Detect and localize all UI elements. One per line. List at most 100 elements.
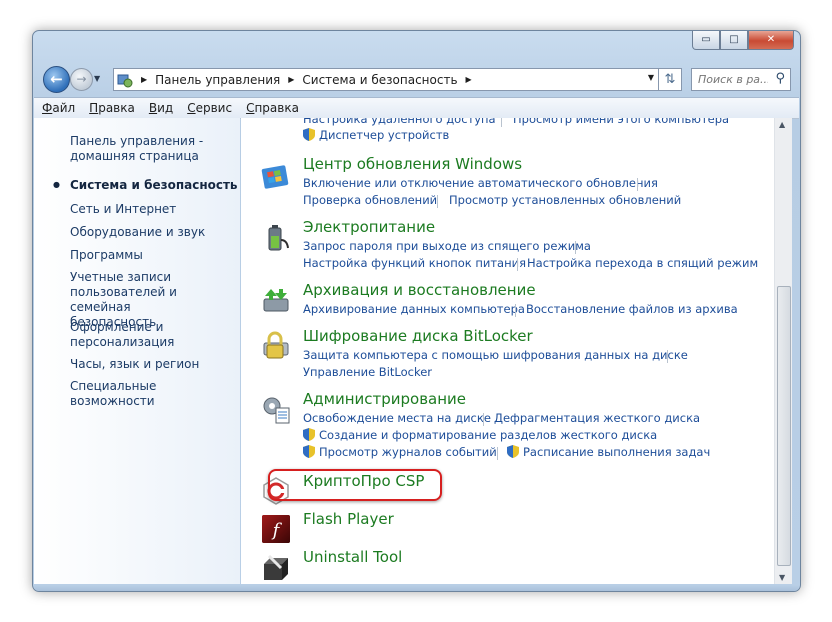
category-title[interactable]: Uninstall Tool	[303, 548, 402, 566]
refresh-icon: ⇅	[664, 72, 676, 87]
sidebar-item-appearance-line2: персонализация	[70, 335, 175, 349]
sidebar-item-appearance[interactable]: Оформление и персонализация	[70, 320, 174, 350]
link-separator	[437, 195, 438, 208]
address-dropdown[interactable]: ▼	[648, 73, 654, 82]
power-icon	[268, 225, 289, 251]
backup-data-link[interactable]: Архивирование данных компьютера	[303, 302, 525, 316]
link-separator	[637, 178, 638, 191]
defragment-link[interactable]: Дефрагментация жесткого диска	[494, 411, 700, 425]
content-pane: Настройка удаленного доступа Просмотр им…	[241, 118, 774, 584]
wake-password-link[interactable]: Запрос пароля при выходе из спящего режи…	[303, 239, 591, 253]
sidebar-item-accounts-line2: пользователей и семейная	[70, 285, 177, 314]
manage-bitlocker-link[interactable]: Управление BitLocker	[303, 365, 432, 379]
highlight-annotation	[268, 469, 442, 501]
link-separator	[497, 447, 498, 460]
sidebar-item-home-line2: домашняя страница	[70, 149, 199, 163]
search-box[interactable]: ⚲	[691, 68, 791, 91]
disk-cleanup-link[interactable]: Освобождение места на диске	[303, 411, 491, 425]
arrow-right-icon: →	[76, 72, 87, 86]
chevron-right-icon[interactable]: ▶	[288, 75, 294, 84]
vertical-scrollbar[interactable]: ▲ ▼	[774, 118, 792, 584]
encrypt-disk-link[interactable]: Защита компьютера с помощью шифрования д…	[303, 348, 688, 362]
category-title[interactable]: Архивация и восстановление	[303, 281, 536, 299]
shield-icon	[303, 428, 315, 441]
breadcrumb-system-security[interactable]: Система и безопасность	[302, 73, 457, 87]
breadcrumb-control-panel[interactable]: Панель управления	[155, 73, 280, 87]
device-manager-link[interactable]: Диспетчер устройств	[303, 128, 449, 142]
sleep-settings-link[interactable]: Настройка перехода в спящий режим	[527, 256, 758, 270]
refresh-button[interactable]: ⇅	[658, 68, 682, 91]
chevron-right-icon[interactable]: ▶	[466, 75, 472, 84]
sidebar-item-clock-region[interactable]: Часы, язык и регион	[70, 357, 199, 372]
check-updates-link[interactable]: Проверка обновлений	[303, 193, 437, 207]
link-separator	[515, 304, 516, 317]
device-manager-label: Диспетчер устройств	[319, 128, 450, 142]
shield-icon	[303, 445, 315, 458]
scrollbar-thumb[interactable]	[777, 286, 791, 566]
link-separator	[517, 258, 518, 271]
link-separator	[483, 413, 484, 426]
shield-icon	[303, 128, 315, 141]
installed-updates-link[interactable]: Просмотр установленных обновлений	[449, 193, 681, 207]
restore-files-link[interactable]: Восстановление файлов из архива	[526, 302, 738, 316]
sidebar-item-accounts-line1: Учетные записи	[70, 270, 172, 284]
chevron-right-icon[interactable]: ▶	[141, 75, 147, 84]
menu-edit[interactable]: Правка	[89, 101, 135, 115]
sidebar: Панель управления - домашняя страница ● …	[34, 118, 240, 584]
back-button[interactable]: ←	[43, 66, 70, 93]
recent-pages-dropdown[interactable]: ▼	[94, 74, 100, 83]
uninstall-tool-icon	[264, 554, 288, 580]
category-title[interactable]: Flash Player	[303, 510, 394, 528]
control-panel-icon	[117, 72, 133, 88]
window-bottom-frame	[34, 585, 799, 591]
sidebar-item-hardware[interactable]: Оборудование и звук	[70, 225, 205, 240]
auto-update-toggle-link[interactable]: Включение или отключение автоматического…	[303, 176, 658, 190]
sidebar-item-accessibility[interactable]: Специальные возможности	[70, 379, 240, 409]
sidebar-item-system-security: Система и безопасность	[70, 178, 238, 192]
sidebar-item-appearance-line1: Оформление и	[70, 320, 164, 334]
sidebar-item-home[interactable]: Панель управления - домашняя страница	[70, 134, 203, 164]
shield-icon	[507, 445, 519, 458]
computer-name-link[interactable]: Просмотр имени этого компьютера	[513, 118, 729, 126]
partitions-link[interactable]: Создание и форматирование разделов жестк…	[303, 428, 657, 442]
arrow-left-icon: ←	[50, 70, 63, 88]
remote-access-link[interactable]: Настройка удаленного доступа	[303, 118, 496, 126]
forward-button[interactable]: →	[70, 68, 93, 91]
link-separator	[667, 350, 668, 363]
power-buttons-link[interactable]: Настройка функций кнопок питания	[303, 256, 526, 270]
address-bar[interactable]: ▶ Панель управления ▶ Система и безопасн…	[113, 68, 659, 91]
close-button[interactable]: ✕	[748, 31, 794, 50]
menu-file[interactable]: Файл	[42, 101, 75, 115]
category-title[interactable]: Электропитание	[303, 218, 435, 236]
event-logs-link[interactable]: Просмотр журналов событий	[303, 445, 497, 459]
link-separator	[501, 118, 502, 127]
sidebar-item-home-line1: Панель управления -	[70, 134, 204, 148]
category-title[interactable]: Администрирование	[303, 390, 466, 408]
administration-icon	[263, 397, 290, 424]
caption-buttons: ▭ □ ✕	[692, 31, 794, 50]
menu-tools[interactable]: Сервис	[187, 101, 232, 115]
windows-update-icon	[261, 165, 289, 189]
search-icon[interactable]: ⚲	[775, 71, 785, 86]
menu-view[interactable]: Вид	[149, 101, 173, 115]
category-title[interactable]: Центр обновления Windows	[303, 155, 522, 173]
category-title[interactable]: Шифрование диска BitLocker	[303, 327, 533, 345]
sidebar-item-network[interactable]: Сеть и Интернет	[70, 202, 176, 217]
scroll-down-icon[interactable]: ▼	[779, 573, 785, 582]
task-scheduler-label: Расписание выполнения задач	[523, 445, 711, 459]
menu-help[interactable]: Справка	[246, 101, 299, 115]
backup-icon	[263, 289, 289, 312]
scroll-up-icon[interactable]: ▲	[779, 120, 785, 129]
link-separator	[575, 241, 576, 254]
task-scheduler-link[interactable]: Расписание выполнения задач	[507, 445, 710, 459]
sidebar-item-programs[interactable]: Программы	[70, 248, 143, 263]
event-logs-label: Просмотр журналов событий	[319, 445, 497, 459]
menu-bar: Файл Правка Вид Сервис Справка	[34, 97, 799, 119]
active-bullet: ●	[53, 180, 60, 189]
partitions-label: Создание и форматирование разделов жестк…	[319, 428, 658, 442]
maximize-button[interactable]: □	[720, 31, 748, 50]
minimize-button[interactable]: ▭	[692, 31, 720, 50]
bitlocker-icon	[263, 331, 289, 359]
search-input[interactable]	[692, 69, 770, 90]
control-panel-window: ▭ □ ✕ ← → ▼ ▶ Панель управления ▶ Систем…	[32, 30, 801, 592]
